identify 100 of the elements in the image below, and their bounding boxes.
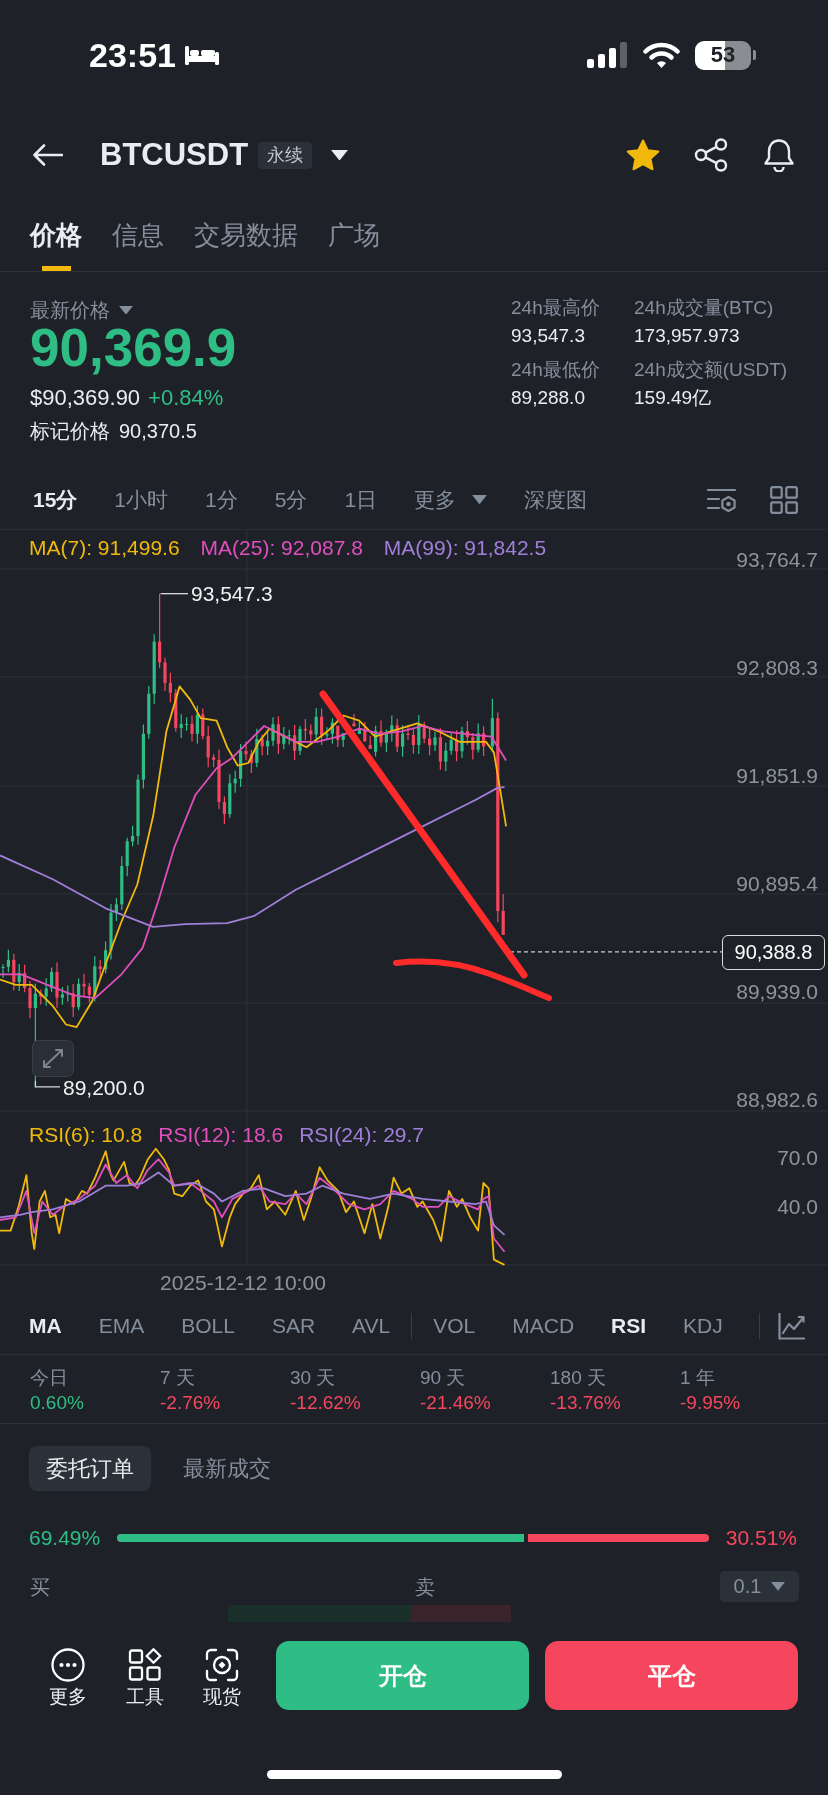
star-icon[interactable] [626,139,660,171]
mark-price-label: 标记价格 [30,419,110,444]
ellipsis-icon [51,1648,85,1682]
period-change: -9.95% [680,1391,742,1415]
period-label: 90 天 [420,1366,467,1390]
layout-grid-icon[interactable] [770,485,798,514]
interval-tab[interactable]: 15分 [33,486,78,513]
price-change: +0.84% [148,384,224,412]
indicator-tab[interactable]: MA [29,1312,62,1339]
ask-column-label: 卖 [415,1574,435,1599]
wifi-icon [643,41,680,69]
interval-tab[interactable]: 5分 [274,486,308,513]
ma-legend-item: MA(7): 91,499.6 [29,536,180,560]
period-change: -2.76% [160,1391,222,1415]
indicator-tab[interactable]: AVL [352,1312,391,1339]
sell-ratio-text: 30.51% [725,1525,797,1551]
stat-value: 159.49亿 [634,386,713,410]
more-button[interactable]: 更多 [47,1641,89,1708]
chart-settings-icon[interactable] [707,486,737,513]
period-label: 30 天 [290,1366,337,1390]
caret-icon [771,1582,786,1591]
tab[interactable]: 交易数据 [194,219,298,271]
candlestick [482,725,486,757]
period-change: -12.62% [290,1391,362,1415]
period-label: 180 天 [550,1366,607,1390]
rsi-axis-label: 40.0 [777,1195,818,1219]
order-tab[interactable]: 委托订单 [29,1446,151,1491]
rsi-axis-label: 70.0 [777,1146,818,1170]
tab[interactable]: 价格 [30,219,82,271]
bid-column-label: 买 [30,1574,50,1599]
caret-icon [472,494,488,505]
interval-tab[interactable]: 1小时 [114,486,169,513]
period-change: -13.76% [550,1391,622,1415]
indicator-tab[interactable]: EMA [98,1312,145,1339]
stat-value: 89,288.0 [511,386,586,410]
low-price-label: 89,200.0 [63,1075,145,1100]
leader-line [34,1080,61,1088]
period-label: 1 年 [680,1366,716,1390]
price-axis-label: 89,939.0 [736,980,818,1004]
indicator-tab[interactable]: BOLL [181,1312,235,1339]
time-axis-label: 2025-12-12 10:00 [160,1271,326,1295]
interval-tab[interactable]: 深度图 [524,486,588,513]
interval-tab[interactable]: 1分 [205,486,238,513]
ma-legend-item: MA(99): 91,842.5 [383,536,547,560]
indicator-tab[interactable]: VOL [433,1312,476,1339]
contract-type-tag: 永续 [258,141,313,169]
high-price-label: 93,547.3 [191,581,273,606]
back-arrow-icon[interactable] [33,144,63,166]
tools-button[interactable]: 工具 [124,1641,166,1708]
stat-label: 24h成交额(USDT) [634,358,788,382]
period-change: 0.60% [30,1391,85,1415]
caret-icon [119,305,133,315]
last-price-tag: 90,388.8 [722,935,825,970]
caret-icon [331,149,349,161]
rsi-legend-item: RSI(24): 29.7 [299,1123,425,1147]
price-axis-label: 90,895.4 [736,872,818,896]
battery-indicator: 53 [695,40,756,70]
indicator-tab[interactable]: KDJ [683,1312,723,1339]
bell-icon[interactable] [762,138,796,172]
share-icon[interactable] [694,138,728,172]
order-tab[interactable]: 最新成交 [166,1446,288,1491]
price-type-dropdown[interactable]: 最新价格 [30,298,133,322]
stat-value: 173,957.973 [634,324,741,348]
expand-icon[interactable] [32,1040,74,1077]
ma-legend-item: MA(25): 92,087.8 [200,536,363,560]
tab[interactable]: 广场 [328,219,380,271]
mark-price-value: 90,370.5 [119,419,197,444]
buy-ratio-text: 69.49% [29,1525,101,1551]
symbol-title[interactable]: BTCUSDT [100,137,249,173]
last-price: 90,369.9 [30,322,237,374]
bed-icon [183,44,220,66]
tab[interactable]: 信息 [112,219,164,271]
apps-icon [128,1648,162,1682]
line-chart-icon[interactable] [777,1311,806,1340]
rsi-legend-item: RSI(12): 18.6 [158,1123,284,1147]
indicator-tab[interactable]: RSI [611,1312,647,1339]
usd-price: $90,369.90 [30,384,141,412]
price-axis-label: 91,851.9 [736,764,818,788]
scan-icon [205,1648,239,1682]
precision-dropdown[interactable]: 0.1 [720,1571,799,1602]
leader-line [159,593,189,595]
indicator-tab[interactable]: MACD [512,1312,575,1339]
signal-icon [587,42,628,68]
stat-value: 93,547.3 [511,324,586,348]
period-label: 7 天 [160,1366,196,1390]
interval-tab[interactable]: 更多 [414,486,488,513]
rsi-legend-item: RSI(6): 10.8 [29,1123,143,1147]
spot-button[interactable]: 现货 [201,1641,243,1708]
price-axis-label: 93,764.7 [736,548,818,572]
period-change: -21.46% [420,1391,492,1415]
stat-label: 24h最低价 [511,358,601,382]
period-label: 今日 [30,1366,69,1390]
stat-label: 24h成交量(BTC) [634,296,775,320]
close-position-button[interactable]: 平仓 [545,1641,798,1710]
interval-tab[interactable]: 1日 [344,486,378,513]
price-axis-label: 88,982.6 [736,1088,818,1112]
indicator-tab[interactable]: SAR [271,1312,316,1339]
price-axis-label: 92,808.3 [736,656,818,680]
stat-label: 24h最高价 [511,296,601,320]
status-time: 23:51 [89,35,176,75]
